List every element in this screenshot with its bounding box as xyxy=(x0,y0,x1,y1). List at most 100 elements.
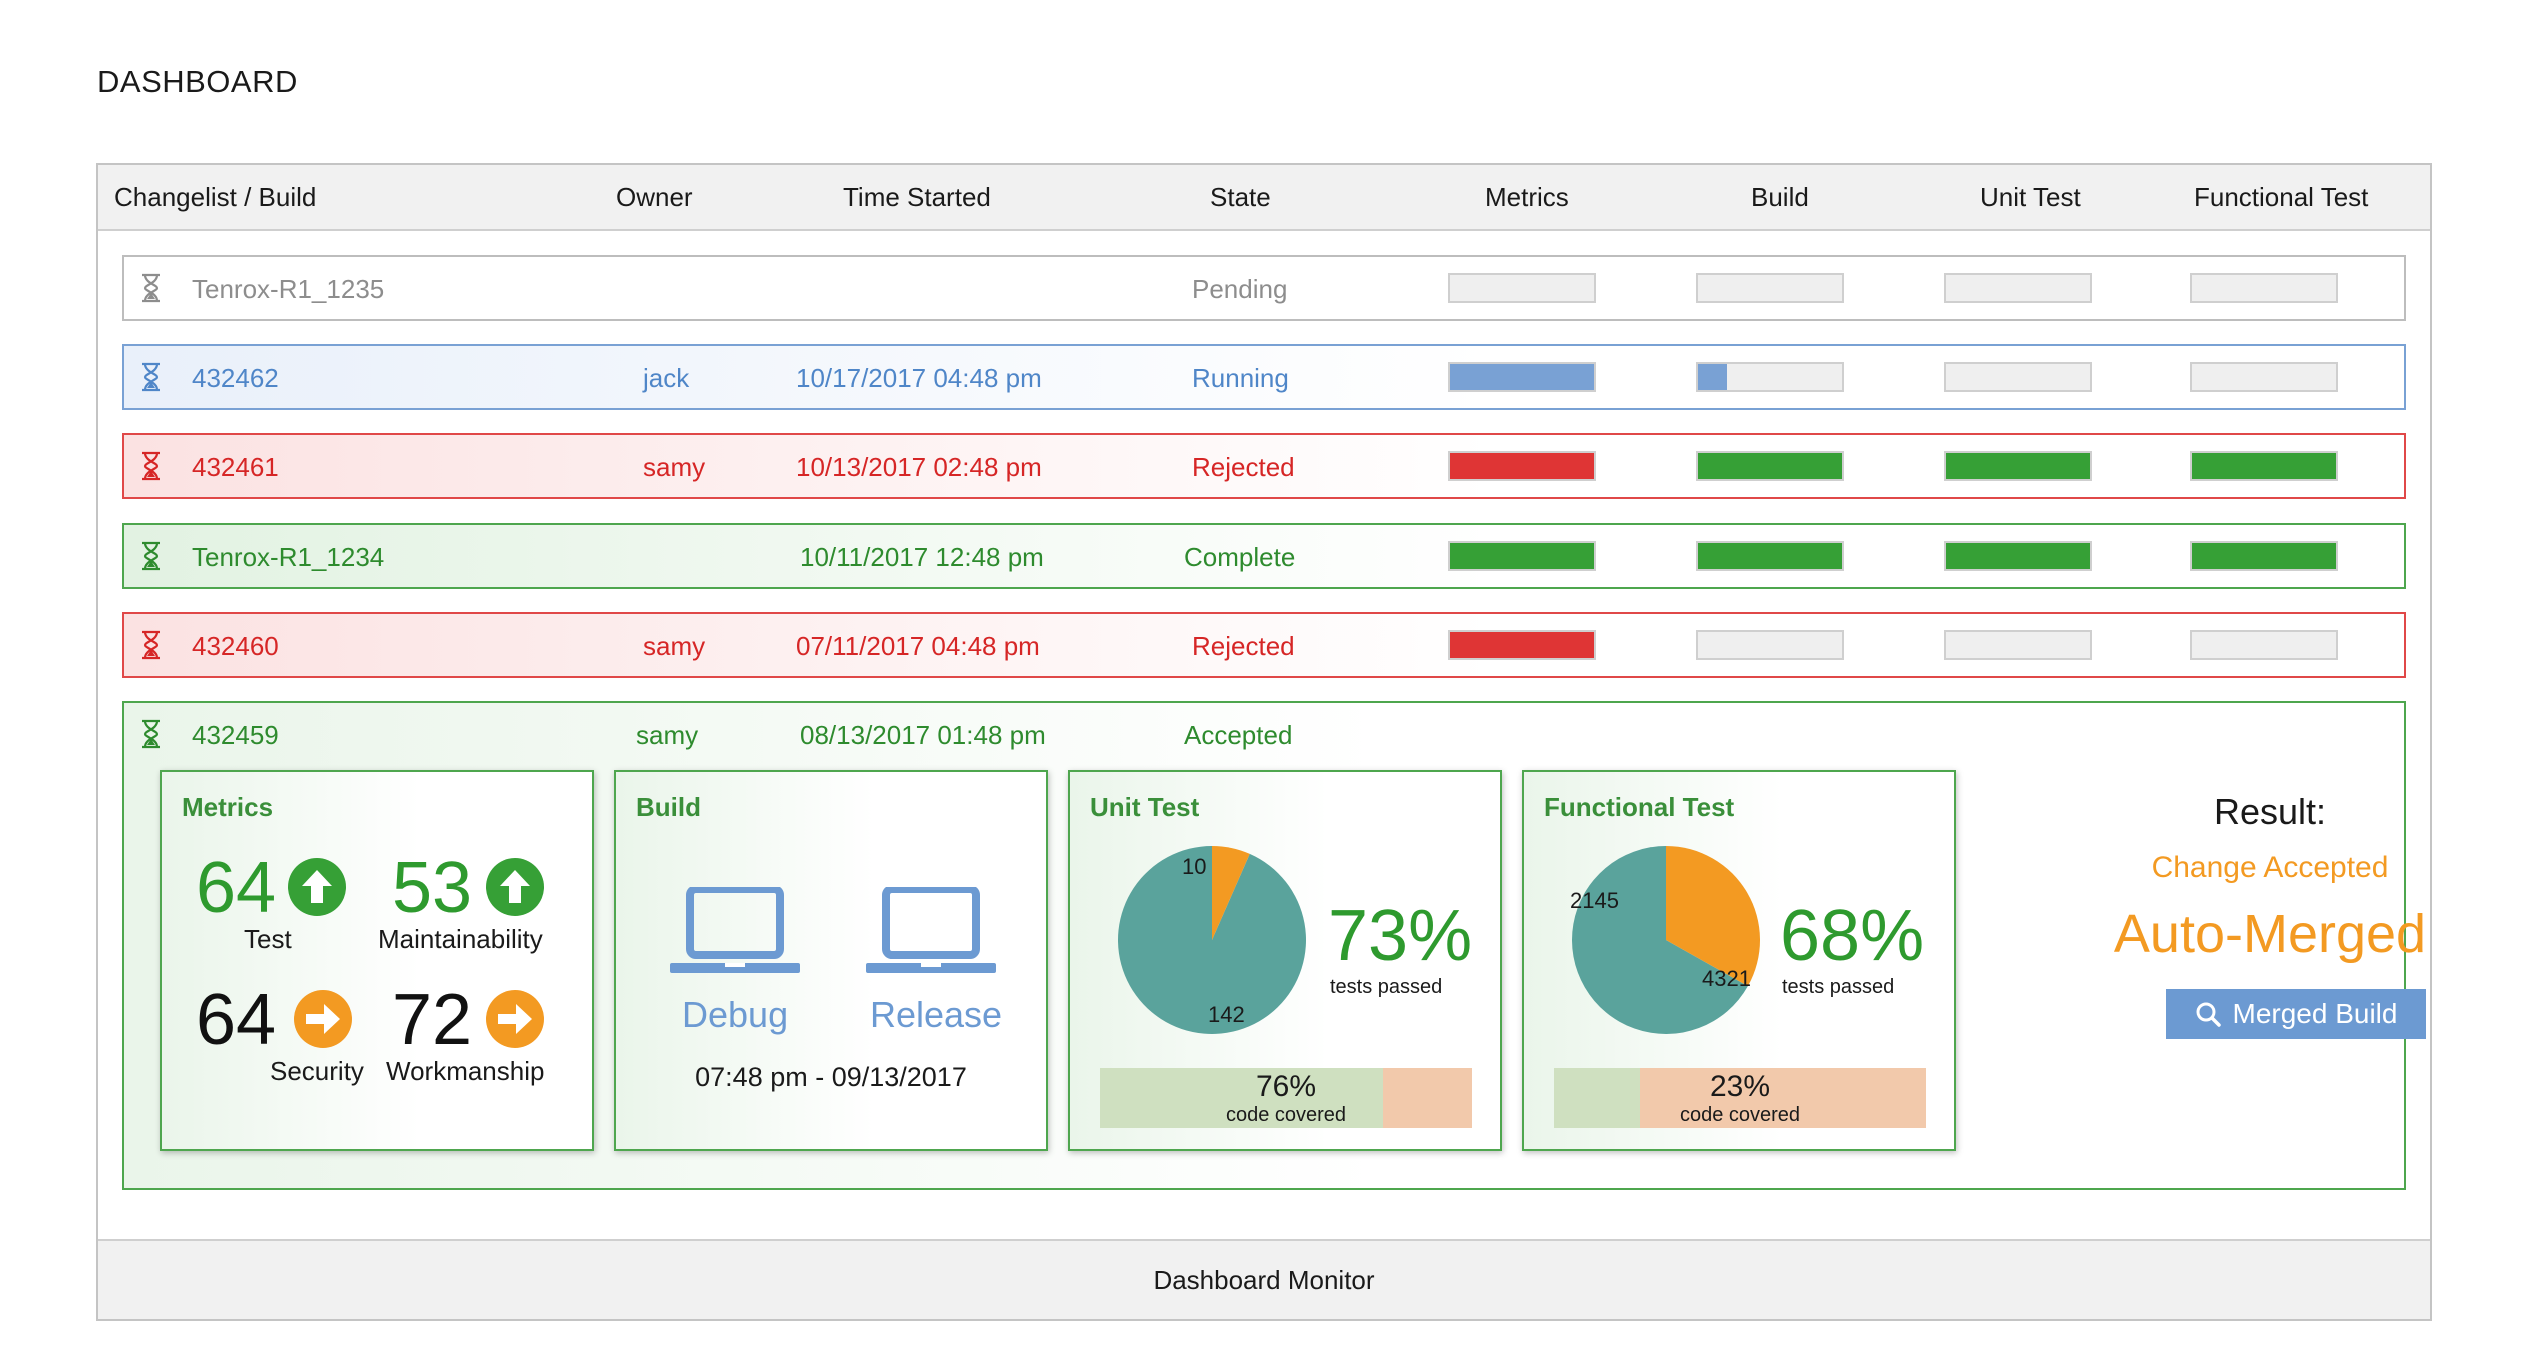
metrics-progress-bar xyxy=(1448,541,1596,571)
code-coverage-percent: 76% xyxy=(1255,1070,1317,1103)
metric-workmanship-value: 72 xyxy=(392,980,473,1060)
column-header-functional-test[interactable]: Functional Test xyxy=(2194,182,2368,213)
column-header-time-started[interactable]: Time Started xyxy=(843,182,991,213)
metric-maintainability-value: 53 xyxy=(392,848,473,928)
code-coverage-label: code covered xyxy=(1679,1104,1801,1126)
table-row-accepted-expanded[interactable]: 432459 samy 08/13/2017 01:48 pm Accepted… xyxy=(122,701,2426,1190)
row-state: Accepted xyxy=(1184,720,1293,750)
table-row-complete[interactable]: Tenrox-R1_1234 10/11/2017 12:48 pm Compl… xyxy=(122,523,2406,589)
metrics-progress-bar xyxy=(1448,273,1596,303)
functional-test-progress-bar xyxy=(2190,541,2338,571)
row-owner: jack xyxy=(643,363,690,393)
build-card-title: Build xyxy=(636,792,701,822)
row-id: Tenrox-R1_1235 xyxy=(192,274,385,304)
row-state: Running xyxy=(1192,363,1289,393)
column-header-unit-test[interactable]: Unit Test xyxy=(1980,182,2081,213)
metric-workmanship-label: Workmanship xyxy=(386,1056,545,1086)
functional-test-card: Functional Test 2145 4321 68% tests pass… xyxy=(1522,770,1956,1151)
tests-passed-percent: 68% xyxy=(1780,896,1925,976)
hourglass-icon xyxy=(142,451,160,481)
table-row-pending[interactable]: Tenrox-R1_1235 Pending xyxy=(122,255,2406,321)
pie-label-failed: 10 xyxy=(1182,854,1207,879)
build-release-label[interactable]: Release xyxy=(870,994,1002,1036)
metric-test-value: 64 xyxy=(196,848,277,928)
search-icon xyxy=(2196,1002,2221,1027)
table-header: Changelist / Build Owner Time Started St… xyxy=(98,165,2430,231)
build-progress-bar xyxy=(1696,273,1844,303)
row-id: 432460 xyxy=(192,631,279,661)
result-outcome: Auto-Merged xyxy=(2113,904,2427,964)
column-header-build[interactable]: Build xyxy=(1751,182,1809,213)
metrics-progress-bar xyxy=(1448,451,1596,481)
hourglass-icon xyxy=(142,362,160,392)
hourglass-icon xyxy=(142,273,160,303)
row-state: Pending xyxy=(1192,274,1288,304)
laptop-debug-icon[interactable] xyxy=(670,885,800,977)
row-id: Tenrox-R1_1234 xyxy=(192,542,385,572)
functional-test-pie-chart xyxy=(1572,846,1760,1034)
table-row-running[interactable]: 432462 jack 10/17/2017 04:48 pm Running xyxy=(122,344,2406,410)
hourglass-icon xyxy=(142,630,160,660)
row-time: 08/13/2017 01:48 pm xyxy=(800,720,1046,750)
row-time: 10/11/2017 12:48 pm xyxy=(800,542,1044,572)
code-coverage-bar: 76% code covered xyxy=(1100,1068,1472,1128)
metric-maintainability-label: Maintainability xyxy=(378,924,543,954)
row-state: Rejected xyxy=(1192,631,1295,661)
tests-passed-percent: 73% xyxy=(1328,896,1473,976)
build-progress-bar xyxy=(1696,451,1844,481)
merged-build-label: Merged Build xyxy=(2232,998,2398,1029)
row-time: 07/11/2017 04:48 pm xyxy=(796,631,1040,661)
unit-test-card: Unit Test 10 142 73% tests passed 76% co… xyxy=(1068,770,1502,1151)
unit-test-card-title: Unit Test xyxy=(1090,792,1200,822)
table-row-rejected[interactable]: 432460 samy 07/11/2017 04:48 pm Rejected xyxy=(122,612,2406,678)
row-id: 432462 xyxy=(192,363,279,393)
row-state: Rejected xyxy=(1192,452,1295,482)
build-debug-label[interactable]: Debug xyxy=(682,994,788,1036)
laptop-release-icon[interactable] xyxy=(866,885,996,977)
arrow-right-icon xyxy=(294,990,352,1048)
row-owner: samy xyxy=(636,720,699,750)
functional-test-progress-bar xyxy=(2190,273,2338,303)
code-coverage-label: code covered xyxy=(1225,1104,1347,1126)
row-time: 10/13/2017 02:48 pm xyxy=(796,452,1042,482)
metrics-card: Metrics 64 Test 53 Maintainability 64 Se… xyxy=(160,770,594,1151)
hourglass-icon xyxy=(142,719,160,749)
code-coverage-percent: 23% xyxy=(1709,1070,1771,1103)
code-coverage-bar: 23% code covered xyxy=(1554,1068,1926,1128)
build-progress-bar xyxy=(1696,630,1844,660)
unit-test-progress-bar xyxy=(1944,451,2092,481)
build-card: Build Debug Release 07:48 pm - 09/13/201… xyxy=(614,770,1048,1151)
functional-test-card-title: Functional Test xyxy=(1544,792,1735,822)
row-time: 10/17/2017 04:48 pm xyxy=(796,363,1042,393)
build-progress-bar xyxy=(1696,362,1844,392)
tests-passed-label: tests passed xyxy=(1782,976,1895,998)
arrow-right-icon xyxy=(486,990,544,1048)
metrics-progress-bar xyxy=(1448,362,1596,392)
column-header-owner[interactable]: Owner xyxy=(616,182,693,213)
row-id: 432459 xyxy=(192,720,279,750)
pie-label-passed: 4321 xyxy=(1702,966,1751,991)
merged-build-button[interactable]: Merged Build xyxy=(2166,989,2426,1039)
unit-test-progress-bar xyxy=(1944,273,2092,303)
build-progress-bar xyxy=(1696,541,1844,571)
row-id: 432461 xyxy=(192,452,279,482)
result-status: Change Accepted xyxy=(2151,851,2389,884)
functional-test-progress-bar xyxy=(2190,630,2338,660)
hourglass-icon xyxy=(142,541,160,571)
pie-label-failed: 2145 xyxy=(1570,888,1619,913)
metric-test-label: Test xyxy=(244,924,292,954)
row-owner: samy xyxy=(643,631,706,661)
column-header-changelist[interactable]: Changelist / Build xyxy=(114,182,316,213)
column-header-metrics[interactable]: Metrics xyxy=(1485,182,1569,213)
arrow-up-icon xyxy=(486,858,544,916)
metric-security-value: 64 xyxy=(196,980,277,1060)
build-table: Changelist / Build Owner Time Started St… xyxy=(96,163,2432,1321)
metrics-card-title: Metrics xyxy=(182,792,274,822)
row-state: Complete xyxy=(1184,542,1296,572)
column-header-state[interactable]: State xyxy=(1210,182,1271,213)
result-title: Result: xyxy=(2213,791,2327,832)
table-row-rejected[interactable]: 432461 samy 10/13/2017 02:48 pm Rejected xyxy=(122,433,2406,499)
dashboard-app: DASHBOARD Changelist / Build Owner Time … xyxy=(0,0,2528,1360)
functional-test-progress-bar xyxy=(2190,362,2338,392)
unit-test-progress-bar xyxy=(1944,630,2092,660)
